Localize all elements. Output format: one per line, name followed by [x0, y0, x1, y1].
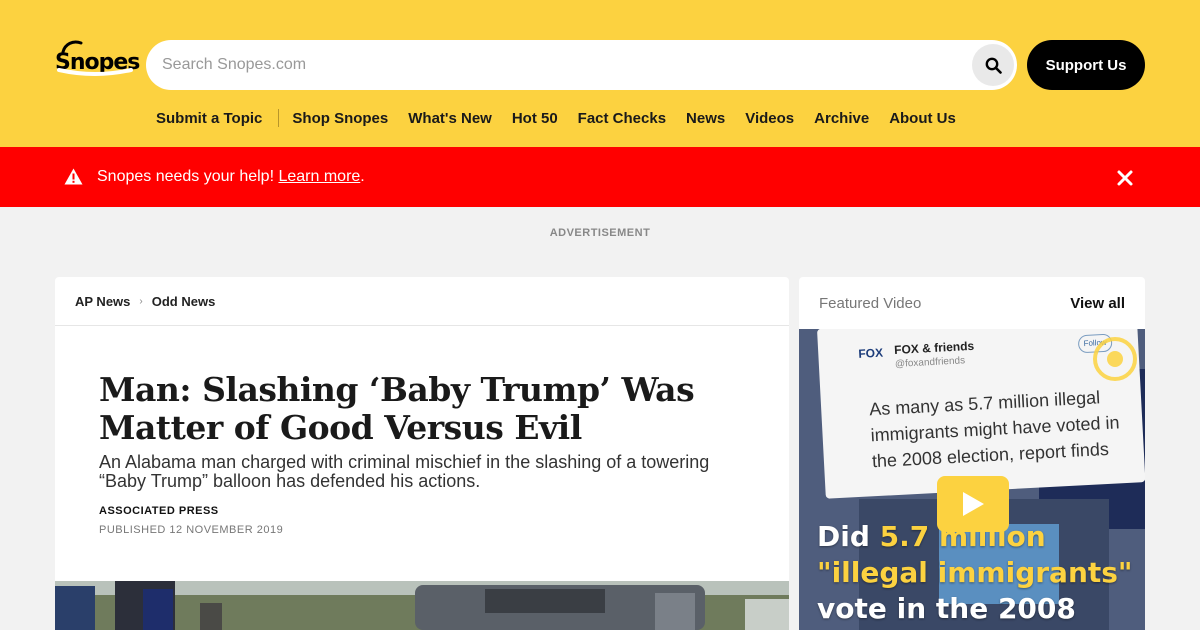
play-icon	[963, 492, 984, 516]
featured-video-label: Featured Video	[819, 295, 922, 312]
video-overlay-text: Did 5.7 million "illegal immigrants" vot…	[817, 519, 1133, 627]
site-header: Snopes Support Us Submit a Topic Shop Sn…	[0, 0, 1200, 147]
alert-trail: .	[360, 168, 365, 185]
logo-underline-icon	[57, 68, 133, 76]
nav-videos[interactable]: Videos	[745, 110, 794, 127]
breadcrumb-chevron-icon: ›	[139, 296, 143, 307]
tweet-username: @foxandfriends	[894, 355, 966, 370]
alert-banner: Snopes needs your help! Learn more.	[0, 147, 1200, 207]
snopes-logo[interactable]: Snopes	[55, 40, 140, 80]
article-headline: Man: Slashing ‘Baby Trump’ Was Matter of…	[99, 370, 695, 447]
featured-video-card: Featured Video View all FOX FOX & friend…	[799, 277, 1145, 630]
nav-whats-new[interactable]: What's New	[408, 110, 492, 127]
warning-icon	[64, 168, 83, 185]
support-us-button[interactable]: Support Us	[1027, 40, 1145, 90]
breadcrumb: AP News › Odd News	[75, 294, 215, 309]
nav-fact-checks[interactable]: Fact Checks	[578, 110, 666, 127]
main-nav: Submit a Topic Shop Snopes What's New Ho…	[156, 108, 976, 128]
alert-message-text: Snopes needs your help!	[97, 168, 275, 185]
nav-submit-topic[interactable]: Submit a Topic	[156, 110, 262, 127]
article-byline[interactable]: ASSOCIATED PRESS	[99, 505, 219, 517]
overlay-line-1-a: Did	[817, 520, 880, 553]
overlay-line-2: "illegal immigrants"	[817, 556, 1133, 589]
advertisement-label: ADVERTISEMENT	[549, 227, 651, 239]
video-thumbnail[interactable]: FOX FOX & friends @foxandfriends Follow …	[799, 329, 1145, 630]
article-publish-date: PUBLISHED 12 NOVEMBER 2019	[99, 524, 284, 536]
learn-more-link[interactable]: Learn more	[278, 168, 360, 185]
alert-message: Snopes needs your help! Learn more.	[97, 168, 365, 186]
close-icon[interactable]	[1116, 169, 1134, 187]
hero-photo	[55, 581, 789, 630]
search-input[interactable]	[162, 40, 962, 90]
search-button[interactable]	[972, 44, 1014, 86]
article-card: AP News › Odd News Man: Slashing ‘Baby T…	[55, 277, 789, 630]
view-all-link[interactable]: View all	[1070, 295, 1125, 312]
card-divider	[55, 325, 789, 326]
nav-about-us[interactable]: About Us	[889, 110, 956, 127]
breadcrumb-ap-news[interactable]: AP News	[75, 294, 130, 309]
search-icon	[985, 57, 1002, 74]
overlay-line-3: vote in the 2008	[817, 592, 1076, 625]
tweet-handle: FOX & friends	[893, 338, 975, 357]
nav-shop-snopes[interactable]: Shop Snopes	[292, 110, 388, 127]
snopes-watermark-icon	[1093, 337, 1137, 381]
play-button[interactable]	[937, 476, 1009, 532]
article-dek: An Alabama man charged with criminal mis…	[99, 452, 710, 491]
nav-hot-50[interactable]: Hot 50	[512, 110, 558, 127]
nav-divider	[278, 109, 280, 127]
breadcrumb-odd-news[interactable]: Odd News	[152, 294, 216, 309]
search-bar	[146, 40, 1017, 90]
fox-logo: FOX	[857, 345, 884, 361]
nav-news[interactable]: News	[686, 110, 725, 127]
tweet-text: As many as 5.7 million illegal immigrant…	[868, 387, 1120, 472]
article-hero-image	[55, 581, 789, 630]
nav-archive[interactable]: Archive	[814, 110, 869, 127]
